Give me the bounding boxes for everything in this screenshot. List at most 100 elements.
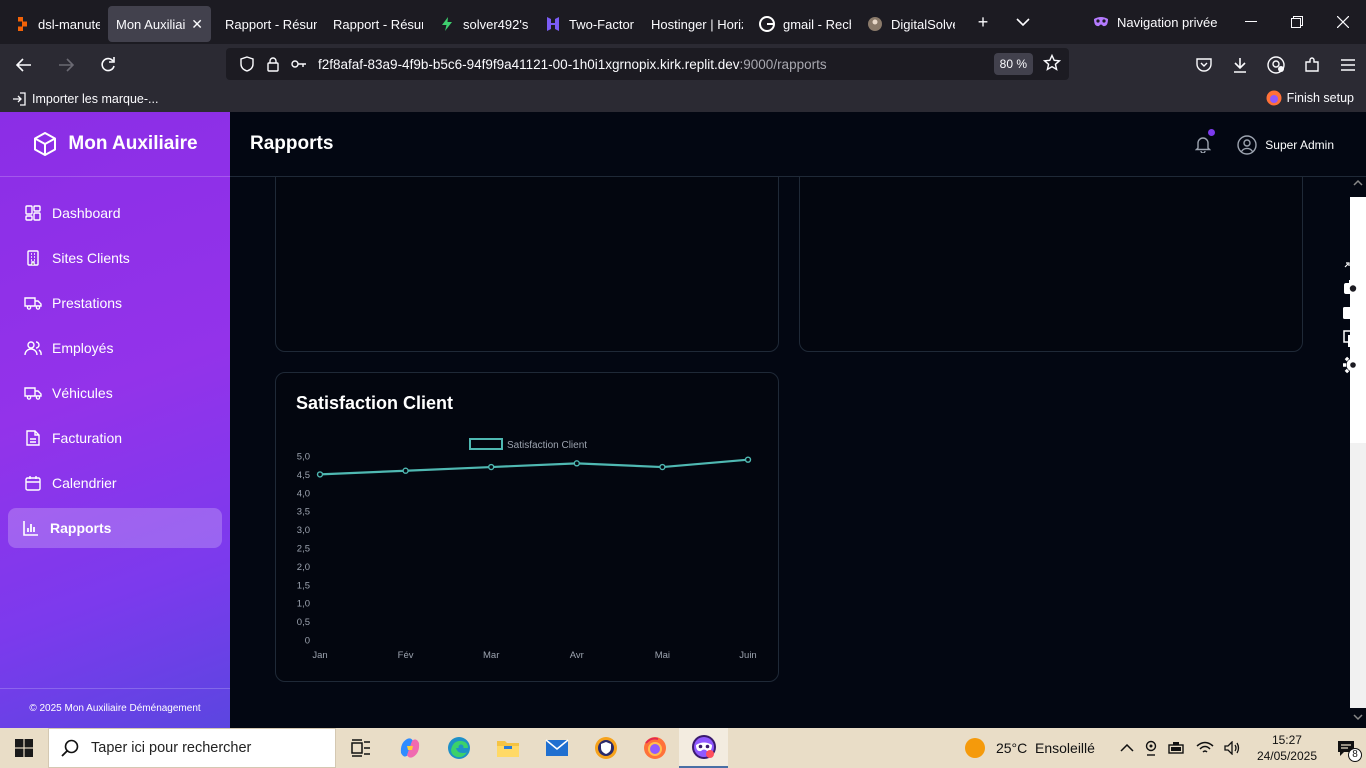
sidebar-item-employes[interactable]: Employés xyxy=(8,328,222,368)
floating-toolbar xyxy=(1340,258,1366,378)
sidebar-item-calendrier[interactable]: Calendrier xyxy=(8,463,222,503)
finish-setup-button[interactable]: Finish setup xyxy=(1266,90,1354,106)
google-icon xyxy=(759,16,775,32)
y-tick-label: 2,5 xyxy=(297,544,310,555)
hamburger-menu-icon[interactable] xyxy=(1330,49,1366,81)
volume-icon[interactable] xyxy=(1224,741,1242,755)
wifi-icon[interactable] xyxy=(1196,741,1214,755)
sidebar-item-facturation[interactable]: Facturation xyxy=(8,418,222,458)
reload-icon[interactable] xyxy=(90,49,126,81)
sidebar-item-sites-clients[interactable]: Sites Clients xyxy=(8,238,222,278)
clock-time: 15:27 xyxy=(1271,733,1302,747)
account-icon[interactable] xyxy=(1258,49,1294,81)
chart-card-top-right xyxy=(799,177,1303,352)
scroll-down-icon[interactable] xyxy=(1353,714,1363,721)
main-content: Satisfaction Client 0 0,5 1,0 1,5 2,0 2,5 3,0 3… xyxy=(230,177,1350,728)
calendar-icon xyxy=(24,474,42,492)
firefox-taskbar-icon[interactable] xyxy=(630,728,679,768)
chevron-down-icon[interactable] xyxy=(1003,4,1043,40)
browser-tab-active[interactable]: Mon Auxiliair ✕ xyxy=(108,6,211,42)
chart-card-top-left xyxy=(275,177,779,352)
x-tick-label: Mai xyxy=(655,650,670,661)
browser-tab[interactable]: dsl-manuten xyxy=(6,6,108,42)
private-label: Navigation privée xyxy=(1117,14,1218,30)
browser-tab[interactable]: Two-Factor / xyxy=(537,6,643,42)
weather-widget[interactable]: 25°C Ensoleillé xyxy=(964,737,1095,759)
browser-tab[interactable]: DigitalSolve xyxy=(859,6,963,42)
page-title: Rapports xyxy=(250,133,334,154)
browser-tab[interactable]: gmail - Rech xyxy=(751,6,859,42)
notifications-icon[interactable]: 8 xyxy=(1336,738,1362,762)
browser-tab[interactable]: solver492's I xyxy=(431,6,537,42)
y-tick-label: 1,0 xyxy=(297,599,310,610)
taskbar-search-placeholder: Taper ici pour rechercher xyxy=(91,740,252,756)
close-window-icon[interactable] xyxy=(1320,0,1366,44)
import-bookmarks-link[interactable]: Importer les marque-... xyxy=(12,92,158,106)
bitwarden-shield-icon[interactable] xyxy=(581,728,630,768)
back-icon[interactable] xyxy=(6,49,42,81)
taskbar-search-input[interactable]: Taper ici pour rechercher xyxy=(48,728,336,768)
browser-tab[interactable]: Rapport - Résum xyxy=(217,6,325,42)
webcam-icon[interactable] xyxy=(1144,740,1158,756)
new-tab-icon[interactable]: + xyxy=(963,4,1003,40)
copilot-icon[interactable] xyxy=(385,728,434,768)
x-tick-label: Fév xyxy=(398,650,414,661)
browser-tab[interactable]: Hostinger | Horiz xyxy=(643,6,751,42)
y-tick-label: 0 xyxy=(305,636,310,647)
tab-title: dsl-manuten xyxy=(38,16,100,32)
video-icon[interactable] xyxy=(1342,300,1364,326)
brand[interactable]: Mon Auxiliaire xyxy=(0,112,230,177)
hostinger-icon xyxy=(545,16,561,32)
x-tick-label: Avr xyxy=(570,650,584,661)
y-tick-label: 2,0 xyxy=(297,562,310,573)
brand-name: Mon Auxiliaire xyxy=(68,133,198,154)
browser-tab[interactable]: Rapport - Résum xyxy=(325,6,431,42)
link-more-icon[interactable] xyxy=(1343,258,1363,274)
user-menu[interactable]: Super Admin xyxy=(1237,134,1334,155)
y-tick-label: 0,5 xyxy=(297,617,310,628)
bookmarks-toolbar: Importer les marque-... Finish setup xyxy=(0,86,1366,112)
firefox-private-taskbar-icon[interactable] xyxy=(679,728,728,768)
windows-start-icon[interactable] xyxy=(0,728,48,768)
taskbar-clock[interactable]: 15:27 24/05/2025 xyxy=(1257,732,1317,764)
gear-icon[interactable] xyxy=(1342,352,1364,378)
lock-icon[interactable] xyxy=(260,56,286,72)
zoom-level-badge[interactable]: 80 % xyxy=(993,53,1033,75)
tab-title: Two-Factor / xyxy=(569,16,635,32)
restore-icon[interactable] xyxy=(1274,0,1320,44)
task-view-icon[interactable] xyxy=(336,728,385,768)
extensions-icon[interactable] xyxy=(1294,49,1330,81)
shield-icon[interactable] xyxy=(234,56,260,72)
sidebar-item-dashboard[interactable]: Dashboard xyxy=(8,193,222,233)
data-point xyxy=(573,460,580,467)
edge-icon[interactable] xyxy=(434,728,483,768)
chevron-up-icon[interactable] xyxy=(1120,744,1134,752)
data-point xyxy=(487,463,495,471)
download-icon[interactable] xyxy=(1222,49,1258,81)
tab-title: Rapport - Résum xyxy=(225,16,317,32)
notification-count-badge: 8 xyxy=(1348,748,1362,762)
header-actions: Super Admin xyxy=(1195,112,1334,177)
mail-icon[interactable] xyxy=(532,728,581,768)
file-explorer-icon[interactable] xyxy=(483,728,532,768)
key-icon[interactable] xyxy=(286,59,312,69)
camera-icon[interactable] xyxy=(1343,274,1363,300)
windows-stack-icon[interactable] xyxy=(1343,326,1363,352)
sidebar-footer: © 2025 Mon Auxiliaire Déménagement xyxy=(0,688,230,728)
url-bar[interactable]: f2f8afaf-83a9-4f9b-b5c6-94f9f9a41121-00-… xyxy=(226,48,1069,80)
sidebar-item-prestations[interactable]: Prestations xyxy=(8,283,222,323)
bookmark-star-icon[interactable] xyxy=(1043,54,1061,72)
sidebar-item-label: Véhicules xyxy=(52,385,113,401)
sidebar-item-rapports[interactable]: Rapports xyxy=(8,508,222,548)
notification-button[interactable] xyxy=(1195,129,1216,153)
forward-icon[interactable] xyxy=(48,49,84,81)
sidebar-item-vehicules[interactable]: Véhicules xyxy=(8,373,222,413)
private-browsing-indicator: Navigation privée xyxy=(1093,15,1217,30)
close-icon[interactable]: ✕ xyxy=(191,16,203,33)
scrollbar-track[interactable] xyxy=(1350,443,1366,708)
battery-icon[interactable] xyxy=(1168,742,1186,754)
pocket-icon[interactable] xyxy=(1186,49,1222,81)
app-sidebar: Mon Auxiliaire Dashboard Sites Clients P… xyxy=(0,112,230,728)
scroll-up-icon[interactable] xyxy=(1353,179,1363,186)
minimize-icon[interactable] xyxy=(1228,0,1274,44)
